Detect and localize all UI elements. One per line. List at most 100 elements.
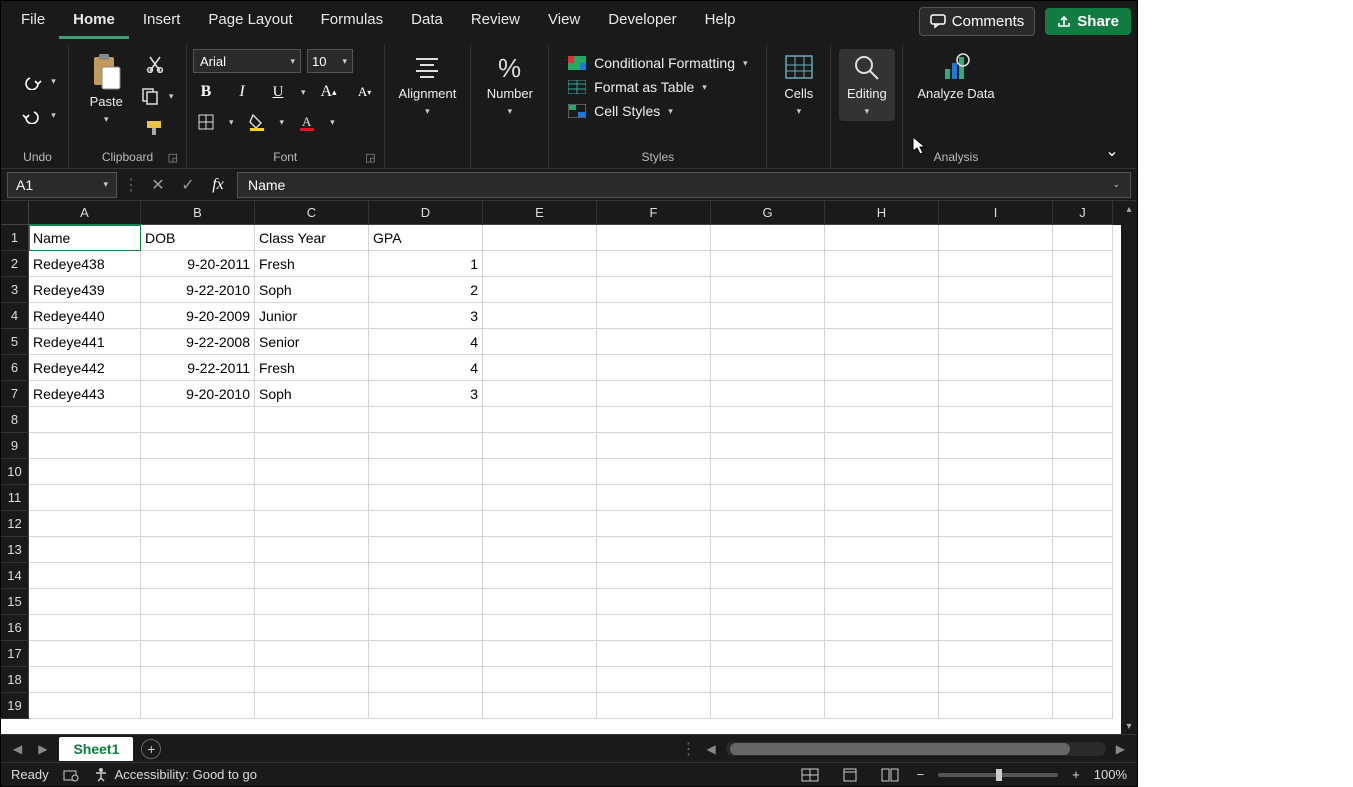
cell-I12[interactable] bbox=[939, 511, 1053, 537]
cell-E1[interactable] bbox=[483, 225, 597, 251]
cell-A5[interactable]: Redeye441 bbox=[29, 329, 141, 355]
cell-F15[interactable] bbox=[597, 589, 711, 615]
cell-H18[interactable] bbox=[825, 667, 939, 693]
font-name-input[interactable] bbox=[193, 49, 301, 73]
cell-D13[interactable] bbox=[369, 537, 483, 563]
col-header-H[interactable]: H bbox=[825, 201, 939, 225]
cell-H16[interactable] bbox=[825, 615, 939, 641]
cell-H1[interactable] bbox=[825, 225, 939, 251]
cell-A1[interactable]: Name bbox=[29, 225, 141, 251]
cell-G19[interactable] bbox=[711, 693, 825, 719]
spreadsheet-grid[interactable]: 12345678910111213141516171819 ABCDEFGHIJ… bbox=[1, 201, 1137, 734]
cell-C17[interactable] bbox=[255, 641, 369, 667]
cell-G17[interactable] bbox=[711, 641, 825, 667]
cell-J8[interactable] bbox=[1053, 407, 1113, 433]
cell-G5[interactable] bbox=[711, 329, 825, 355]
cell-E8[interactable] bbox=[483, 407, 597, 433]
cell-F6[interactable] bbox=[597, 355, 711, 381]
cell-G2[interactable] bbox=[711, 251, 825, 277]
analyze-data-button[interactable]: Analyze Data bbox=[909, 49, 1002, 106]
cell-G1[interactable] bbox=[711, 225, 825, 251]
col-header-F[interactable]: F bbox=[597, 201, 711, 225]
cell-G12[interactable] bbox=[711, 511, 825, 537]
zoom-slider[interactable] bbox=[938, 773, 1058, 777]
cell-G18[interactable] bbox=[711, 667, 825, 693]
cell-E7[interactable] bbox=[483, 381, 597, 407]
cell-I10[interactable] bbox=[939, 459, 1053, 485]
cell-E16[interactable] bbox=[483, 615, 597, 641]
cell-D1[interactable]: GPA bbox=[369, 225, 483, 251]
tab-help[interactable]: Help bbox=[691, 3, 750, 39]
cell-D19[interactable] bbox=[369, 693, 483, 719]
cell-G9[interactable] bbox=[711, 433, 825, 459]
cell-H4[interactable] bbox=[825, 303, 939, 329]
cell-B2[interactable]: 9-20-2011 bbox=[141, 251, 255, 277]
cell-H6[interactable] bbox=[825, 355, 939, 381]
cell-I5[interactable] bbox=[939, 329, 1053, 355]
cell-F11[interactable] bbox=[597, 485, 711, 511]
cell-B11[interactable] bbox=[141, 485, 255, 511]
undo-caret[interactable]: ▾ bbox=[51, 76, 56, 87]
row-header-16[interactable]: 16 bbox=[1, 615, 29, 641]
cell-J18[interactable] bbox=[1053, 667, 1113, 693]
cell-I16[interactable] bbox=[939, 615, 1053, 641]
cell-I19[interactable] bbox=[939, 693, 1053, 719]
cell-B3[interactable]: 9-22-2010 bbox=[141, 277, 255, 303]
row-header-14[interactable]: 14 bbox=[1, 563, 29, 589]
cell-I2[interactable] bbox=[939, 251, 1053, 277]
cell-B12[interactable] bbox=[141, 511, 255, 537]
cell-E9[interactable] bbox=[483, 433, 597, 459]
hscroll-right[interactable]: ▶ bbox=[1112, 742, 1129, 756]
cell-F17[interactable] bbox=[597, 641, 711, 667]
cell-F12[interactable] bbox=[597, 511, 711, 537]
clipboard-launcher[interactable]: ◲ bbox=[168, 151, 178, 164]
cell-C7[interactable]: Soph bbox=[255, 381, 369, 407]
editing-button[interactable]: Editing ▾ bbox=[839, 49, 895, 121]
cell-D10[interactable] bbox=[369, 459, 483, 485]
cell-F14[interactable] bbox=[597, 563, 711, 589]
cell-A18[interactable] bbox=[29, 667, 141, 693]
row-header-3[interactable]: 3 bbox=[1, 277, 29, 303]
cell-D16[interactable] bbox=[369, 615, 483, 641]
cell-H9[interactable] bbox=[825, 433, 939, 459]
cell-F9[interactable] bbox=[597, 433, 711, 459]
cell-C4[interactable]: Junior bbox=[255, 303, 369, 329]
cell-B5[interactable]: 9-22-2008 bbox=[141, 329, 255, 355]
cell-J13[interactable] bbox=[1053, 537, 1113, 563]
cell-D12[interactable] bbox=[369, 511, 483, 537]
row-header-18[interactable]: 18 bbox=[1, 667, 29, 693]
cell-D17[interactable] bbox=[369, 641, 483, 667]
cell-C8[interactable] bbox=[255, 407, 369, 433]
cell-E10[interactable] bbox=[483, 459, 597, 485]
cell-D3[interactable]: 2 bbox=[369, 277, 483, 303]
cell-D4[interactable]: 3 bbox=[369, 303, 483, 329]
tab-developer[interactable]: Developer bbox=[594, 3, 690, 39]
cell-G15[interactable] bbox=[711, 589, 825, 615]
cell-H5[interactable] bbox=[825, 329, 939, 355]
cell-E14[interactable] bbox=[483, 563, 597, 589]
cell-J10[interactable] bbox=[1053, 459, 1113, 485]
cell-D9[interactable] bbox=[369, 433, 483, 459]
cell-B16[interactable] bbox=[141, 615, 255, 641]
cell-J19[interactable] bbox=[1053, 693, 1113, 719]
col-header-D[interactable]: D bbox=[369, 201, 483, 225]
zoom-level[interactable]: 100% bbox=[1094, 767, 1127, 782]
sheet-nav-next[interactable]: ▶ bbox=[34, 742, 51, 756]
formula-input[interactable]: Name ⌄ bbox=[237, 172, 1131, 198]
cell-J16[interactable] bbox=[1053, 615, 1113, 641]
cell-B10[interactable] bbox=[141, 459, 255, 485]
cell-D11[interactable] bbox=[369, 485, 483, 511]
accessibility-status[interactable]: Accessibility: Good to go bbox=[115, 767, 257, 782]
vertical-scrollbar[interactable]: ▴ ▾ bbox=[1121, 201, 1137, 734]
row-header-9[interactable]: 9 bbox=[1, 433, 29, 459]
cut-button[interactable] bbox=[142, 53, 168, 75]
conditional-formatting-button[interactable]: Conditional Formatting▾ bbox=[568, 55, 747, 71]
shrink-font-button[interactable]: A▾ bbox=[352, 81, 378, 103]
undo-button[interactable] bbox=[19, 71, 45, 93]
cell-G11[interactable] bbox=[711, 485, 825, 511]
redo-button[interactable] bbox=[19, 105, 45, 127]
cell-J11[interactable] bbox=[1053, 485, 1113, 511]
row-header-12[interactable]: 12 bbox=[1, 511, 29, 537]
cell-A11[interactable] bbox=[29, 485, 141, 511]
share-button[interactable]: Share bbox=[1045, 8, 1131, 35]
